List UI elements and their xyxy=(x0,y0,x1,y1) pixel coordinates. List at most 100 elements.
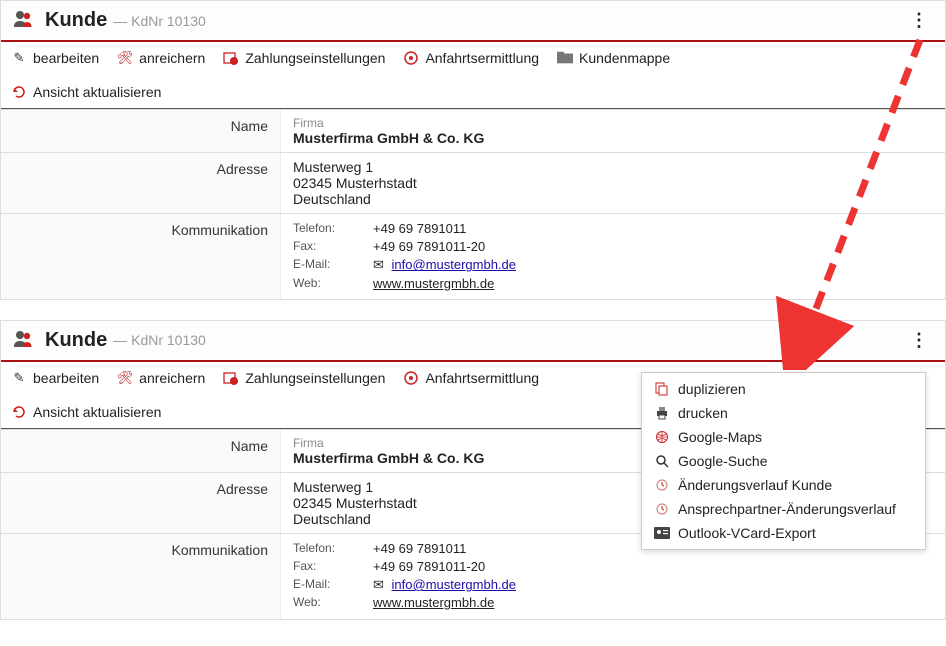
folder-icon xyxy=(557,50,573,66)
menu-google-search[interactable]: Google-Suche xyxy=(642,449,925,473)
web-label: Web: xyxy=(293,275,373,293)
refresh-label: Ansicht aktualisieren xyxy=(33,404,161,420)
enrich-button[interactable]: 🛠 anreichern xyxy=(117,370,205,386)
mail-label: E-Mail: xyxy=(293,576,373,594)
mail-link[interactable]: info@mustergmbh.de xyxy=(392,577,516,592)
tools-icon: 🛠 xyxy=(117,50,133,66)
payment-settings-button[interactable]: Zahlungseinstellungen xyxy=(223,50,385,66)
refresh-icon xyxy=(11,84,27,100)
enrich-label: anreichern xyxy=(139,370,205,386)
menu-history-customer[interactable]: Änderungsverlauf Kunde xyxy=(642,473,925,497)
fax-label: Fax: xyxy=(293,238,373,256)
edit-button[interactable]: ✎ bearbeiten xyxy=(11,370,99,386)
mail-link[interactable]: info@mustergmbh.de xyxy=(392,257,516,272)
menu-gmaps-label: Google-Maps xyxy=(678,429,762,445)
name-label: Name xyxy=(1,110,281,152)
communication-value: Telefon: +49 69 7891011 Fax: +49 69 7891… xyxy=(281,214,945,299)
menu-vcard-label: Outlook-VCard-Export xyxy=(678,525,816,541)
route-button[interactable]: Anfahrtsermittlung xyxy=(403,370,539,386)
firm-small-label: Firma xyxy=(293,116,933,130)
route-label: Anfahrtsermittlung xyxy=(425,370,539,386)
customers-icon xyxy=(13,10,35,31)
mail-icon: ✉ xyxy=(373,256,384,274)
panel-header: Kunde — KdNr 10130 ⋮ xyxy=(1,321,945,362)
addr-line1: Musterweg 1 xyxy=(293,159,933,175)
communication-label: Kommunikation xyxy=(1,534,281,619)
dossier-button[interactable]: Kundenmappe xyxy=(557,50,670,66)
firm-name: Musterfirma GmbH & Co. KG xyxy=(293,130,933,146)
edit-button[interactable]: ✎ bearbeiten xyxy=(11,50,99,66)
history-icon xyxy=(654,501,670,517)
mail-value[interactable]: ✉ info@mustergmbh.de xyxy=(373,256,516,274)
menu-vcard-export[interactable]: Outlook-VCard-Export xyxy=(642,521,925,545)
menu-gsearch-label: Google-Suche xyxy=(678,453,768,469)
printer-icon xyxy=(654,405,670,421)
address-label: Adresse xyxy=(1,473,281,533)
tel-label: Telefon: xyxy=(293,540,373,558)
route-button[interactable]: Anfahrtsermittlung xyxy=(403,50,539,66)
tel-value: +49 69 7891011 xyxy=(373,220,466,238)
customer-id: — KdNr 10130 xyxy=(113,13,206,29)
globe-icon xyxy=(654,429,670,445)
address-value: Musterweg 1 02345 Musterhstadt Deutschla… xyxy=(281,153,945,213)
enrich-label: anreichern xyxy=(139,50,205,66)
more-menu: duplizieren drucken Google-Maps Google-S… xyxy=(641,372,926,550)
edit-label: bearbeiten xyxy=(33,370,99,386)
web-link[interactable]: www.mustergmbh.de xyxy=(373,594,494,612)
menu-print[interactable]: drucken xyxy=(642,401,925,425)
payment-settings-button[interactable]: Zahlungseinstellungen xyxy=(223,370,385,386)
web-label: Web: xyxy=(293,594,373,612)
page-title: Kunde xyxy=(45,9,107,32)
tel-label: Telefon: xyxy=(293,220,373,238)
vcard-icon xyxy=(654,525,670,541)
pencil-icon: ✎ xyxy=(11,50,27,66)
customer-id: — KdNr 10130 xyxy=(113,332,206,348)
refresh-icon xyxy=(11,404,27,420)
copy-icon xyxy=(654,381,670,397)
name-row: Name Firma Musterfirma GmbH & Co. KG xyxy=(1,109,945,152)
tools-icon: 🛠 xyxy=(117,370,133,386)
pencil-icon: ✎ xyxy=(11,370,27,386)
fax-value: +49 69 7891011-20 xyxy=(373,238,485,256)
name-label: Name xyxy=(1,430,281,472)
dossier-label: Kundenmappe xyxy=(579,50,670,66)
communication-row: Kommunikation Telefon: +49 69 7891011 Fa… xyxy=(1,213,945,299)
menu-google-maps[interactable]: Google-Maps xyxy=(642,425,925,449)
mail-icon: ✉ xyxy=(373,576,384,594)
customer-panel: Kunde — KdNr 10130 ⋮ ✎ bearbeiten 🛠 anre… xyxy=(0,0,946,300)
more-menu-button[interactable]: ⋮ xyxy=(906,330,933,351)
route-icon xyxy=(403,370,419,386)
payment-label: Zahlungseinstellungen xyxy=(245,370,385,386)
edit-label: bearbeiten xyxy=(33,50,99,66)
route-icon xyxy=(403,50,419,66)
mail-value[interactable]: ✉ info@mustergmbh.de xyxy=(373,576,516,594)
menu-histcust-label: Änderungsverlauf Kunde xyxy=(678,477,832,493)
history-icon xyxy=(654,477,670,493)
menu-histcontact-label: Ansprechpartner-Änderungsverlauf xyxy=(678,501,896,517)
payment-label: Zahlungseinstellungen xyxy=(245,50,385,66)
menu-history-contact[interactable]: Ansprechpartner-Änderungsverlauf xyxy=(642,497,925,521)
addr-line2: 02345 Musterhstadt xyxy=(293,175,933,191)
payment-icon xyxy=(223,370,239,386)
customers-icon xyxy=(13,330,35,351)
address-label: Adresse xyxy=(1,153,281,213)
route-label: Anfahrtsermittlung xyxy=(425,50,539,66)
communication-label: Kommunikation xyxy=(1,214,281,299)
mail-label: E-Mail: xyxy=(293,256,373,274)
address-row: Adresse Musterweg 1 02345 Musterhstadt D… xyxy=(1,152,945,213)
payment-icon xyxy=(223,50,239,66)
page-title: Kunde xyxy=(45,329,107,352)
fax-value: +49 69 7891011-20 xyxy=(373,558,485,576)
more-menu-button[interactable]: ⋮ xyxy=(906,10,933,31)
refresh-button[interactable]: Ansicht aktualisieren xyxy=(11,84,935,100)
web-link[interactable]: www.mustergmbh.de xyxy=(373,275,494,293)
menu-duplicate[interactable]: duplizieren xyxy=(642,377,925,401)
toolbar: ✎ bearbeiten 🛠 anreichern Zahlungseinste… xyxy=(1,42,945,109)
fax-label: Fax: xyxy=(293,558,373,576)
enrich-button[interactable]: 🛠 anreichern xyxy=(117,50,205,66)
name-value: Firma Musterfirma GmbH & Co. KG xyxy=(281,110,945,152)
menu-duplicate-label: duplizieren xyxy=(678,381,746,397)
search-icon xyxy=(654,453,670,469)
menu-print-label: drucken xyxy=(678,405,728,421)
addr-line3: Deutschland xyxy=(293,191,933,207)
